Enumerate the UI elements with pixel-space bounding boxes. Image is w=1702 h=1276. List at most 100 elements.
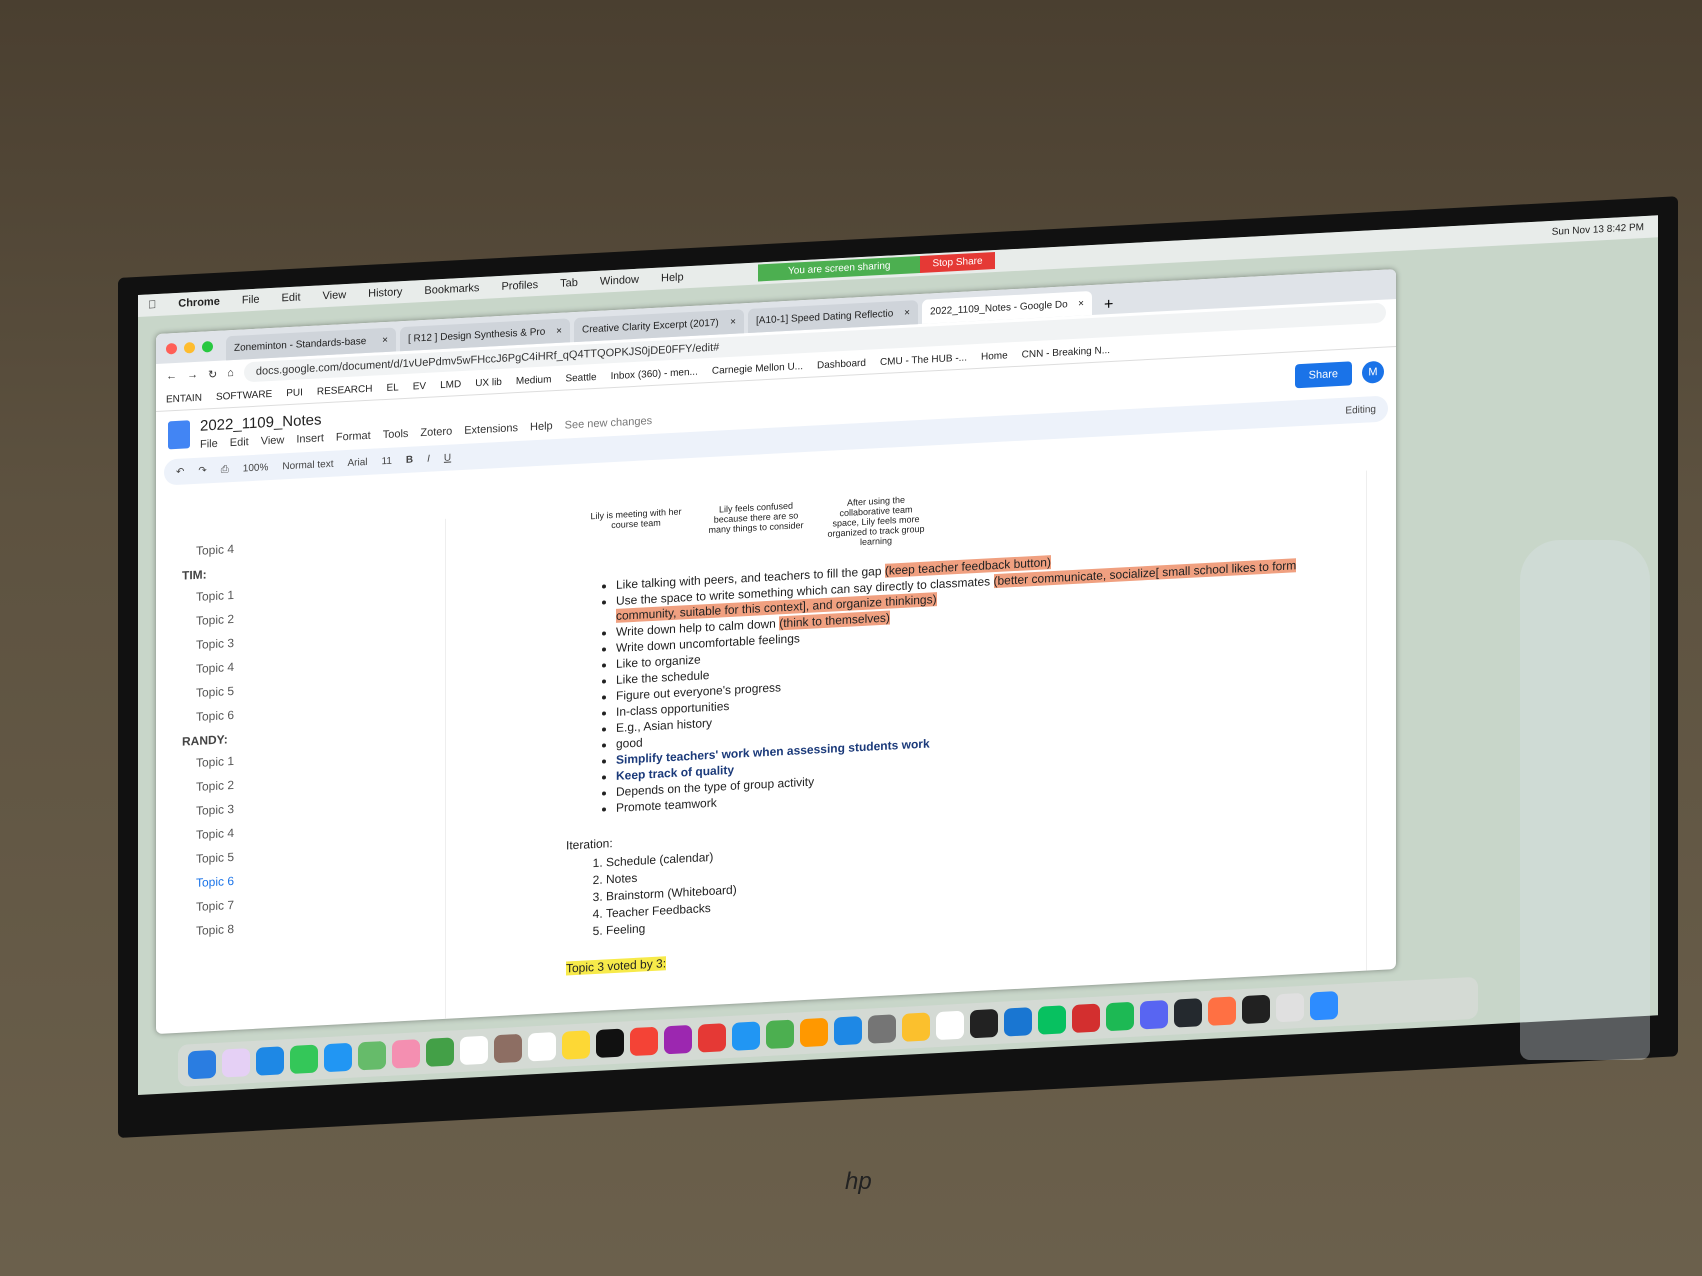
bookmark-item[interactable]: SOFTWARE — [216, 389, 272, 403]
close-icon[interactable]: × — [730, 316, 736, 327]
menu-history[interactable]: History — [368, 286, 402, 300]
document-page[interactable]: Lily is meeting with her course team Lil… — [446, 471, 1366, 1019]
outline-topic[interactable]: Topic 4 — [196, 816, 419, 842]
outline-topic[interactable]: Topic 4 — [196, 532, 419, 558]
menu-profiles[interactable]: Profiles — [501, 279, 538, 293]
outline-topic[interactable]: Topic 5 — [196, 840, 419, 866]
news-icon[interactable] — [698, 1023, 726, 1053]
menu-view[interactable]: View — [323, 289, 347, 302]
bookmark-item[interactable]: EL — [386, 382, 398, 394]
outline-heading-randy[interactable]: RANDY: — [182, 722, 419, 748]
bookmark-item[interactable]: Dashboard — [817, 358, 866, 372]
docs-logo-icon[interactable] — [168, 420, 190, 450]
back-icon[interactable]: ← — [166, 370, 177, 383]
bookmark-item[interactable]: EV — [413, 381, 426, 393]
maximize-window-button[interactable] — [202, 341, 213, 353]
apple-icon[interactable]:  — [148, 299, 156, 311]
notes-icon[interactable] — [562, 1030, 590, 1060]
notion-icon[interactable] — [936, 1010, 964, 1041]
font-select[interactable]: Arial — [347, 456, 367, 468]
style-select[interactable]: Normal text — [282, 458, 333, 472]
outline-heading-tim[interactable]: TIM: — [182, 556, 419, 582]
github-icon[interactable] — [1174, 998, 1202, 1028]
bookmark-item[interactable]: Inbox (360) - men... — [611, 367, 698, 383]
doc-menu-zotero[interactable]: Zotero — [420, 425, 452, 439]
menu-file[interactable]: File — [242, 294, 260, 307]
launchpad-icon[interactable] — [222, 1048, 250, 1078]
chrome-icon[interactable] — [902, 1012, 930, 1042]
spotify-icon[interactable] — [1106, 1001, 1134, 1032]
see-new-changes-link[interactable]: See new changes — [565, 415, 652, 432]
close-icon[interactable]: × — [1078, 298, 1084, 309]
doc-menu-help[interactable]: Help — [530, 420, 553, 433]
italic-button[interactable]: I — [427, 453, 430, 464]
bookmark-item[interactable]: Carnegie Mellon U... — [712, 361, 803, 377]
menu-help[interactable]: Help — [661, 271, 684, 284]
bookmark-item[interactable]: CMU - The HUB -... — [880, 353, 967, 369]
underline-button[interactable]: U — [444, 452, 451, 463]
outline-topic[interactable]: Topic 2 — [196, 768, 419, 794]
acrobat-icon[interactable] — [1072, 1003, 1100, 1034]
close-window-button[interactable] — [166, 342, 177, 355]
bookmark-item[interactable]: PUI — [286, 387, 303, 399]
doc-menu-view[interactable]: View — [261, 434, 285, 447]
editing-mode-select[interactable]: Editing — [1345, 404, 1376, 417]
bookmark-item[interactable]: Home — [981, 350, 1008, 362]
outline-topic[interactable]: Topic 7 — [196, 888, 419, 914]
outline-topic[interactable]: Topic 2 — [196, 602, 419, 628]
outline-topic[interactable]: Topic 5 — [196, 674, 419, 700]
doc-menu-tools[interactable]: Tools — [383, 427, 409, 440]
bookmark-item[interactable]: ENTAIN — [166, 393, 202, 406]
home-icon[interactable]: ⌂ — [227, 367, 234, 379]
bookmark-item[interactable]: UX lib — [475, 377, 502, 389]
mail-icon[interactable] — [324, 1042, 352, 1073]
new-tab-icon[interactable]: + — [1096, 295, 1121, 314]
outline-topic[interactable]: Topic 3 — [196, 626, 419, 652]
redo-icon[interactable]: ↷ — [198, 465, 206, 476]
photos-icon[interactable] — [392, 1039, 420, 1069]
share-button[interactable]: Share — [1294, 361, 1352, 389]
font-size-field[interactable]: 11 — [382, 455, 392, 467]
calendar-icon[interactable] — [460, 1035, 488, 1066]
doc-menu-format[interactable]: Format — [336, 429, 371, 443]
doc-menu-file[interactable]: File — [200, 437, 218, 450]
music-icon[interactable] — [630, 1026, 658, 1057]
minimize-window-button[interactable] — [184, 341, 195, 354]
doc-menu-insert[interactable]: Insert — [296, 432, 324, 445]
outline-topic-selected[interactable]: Topic 6 — [196, 864, 419, 890]
app-store-icon[interactable] — [834, 1016, 862, 1046]
safari-icon[interactable] — [256, 1046, 284, 1076]
system-settings-icon[interactable] — [868, 1014, 896, 1044]
bookmark-item[interactable]: Seattle — [565, 372, 596, 385]
discord-icon[interactable] — [1140, 999, 1168, 1030]
bookmark-item[interactable]: LMD — [440, 379, 461, 391]
close-icon[interactable]: × — [382, 334, 388, 345]
print-icon[interactable]: ⎙ — [221, 464, 229, 475]
terminal-icon[interactable] — [1242, 994, 1270, 1025]
slack-icon[interactable] — [1276, 992, 1304, 1023]
maps-icon[interactable] — [358, 1040, 386, 1071]
close-icon[interactable]: × — [556, 325, 562, 336]
figma-icon[interactable] — [970, 1008, 998, 1039]
outline-topic[interactable]: Topic 3 — [196, 792, 419, 818]
messages-icon[interactable] — [290, 1044, 318, 1074]
doc-menu-edit[interactable]: Edit — [230, 436, 249, 449]
zoom-icon[interactable] — [1310, 991, 1338, 1021]
menu-tab[interactable]: Tab — [560, 277, 578, 290]
close-icon[interactable]: × — [904, 307, 910, 318]
menu-app[interactable]: Chrome — [178, 296, 220, 310]
bold-button[interactable]: B — [406, 454, 413, 465]
zoom-select[interactable]: 100% — [243, 462, 269, 474]
menu-bookmarks[interactable]: Bookmarks — [424, 282, 479, 297]
facetime-icon[interactable] — [426, 1037, 454, 1067]
numbers-icon[interactable] — [766, 1019, 794, 1050]
outline-topic[interactable]: Topic 4 — [196, 650, 419, 676]
reminders-icon[interactable] — [528, 1032, 556, 1062]
highlighted-heading[interactable]: Topic 3 voted by 3: — [566, 956, 667, 976]
books-icon[interactable] — [1208, 996, 1236, 1026]
menu-window[interactable]: Window — [600, 274, 639, 288]
clock[interactable]: Sun Nov 13 8:42 PM — [1552, 222, 1644, 238]
tv-icon[interactable] — [596, 1028, 624, 1058]
keynote-icon[interactable] — [732, 1021, 760, 1051]
finder-icon[interactable] — [188, 1049, 216, 1080]
